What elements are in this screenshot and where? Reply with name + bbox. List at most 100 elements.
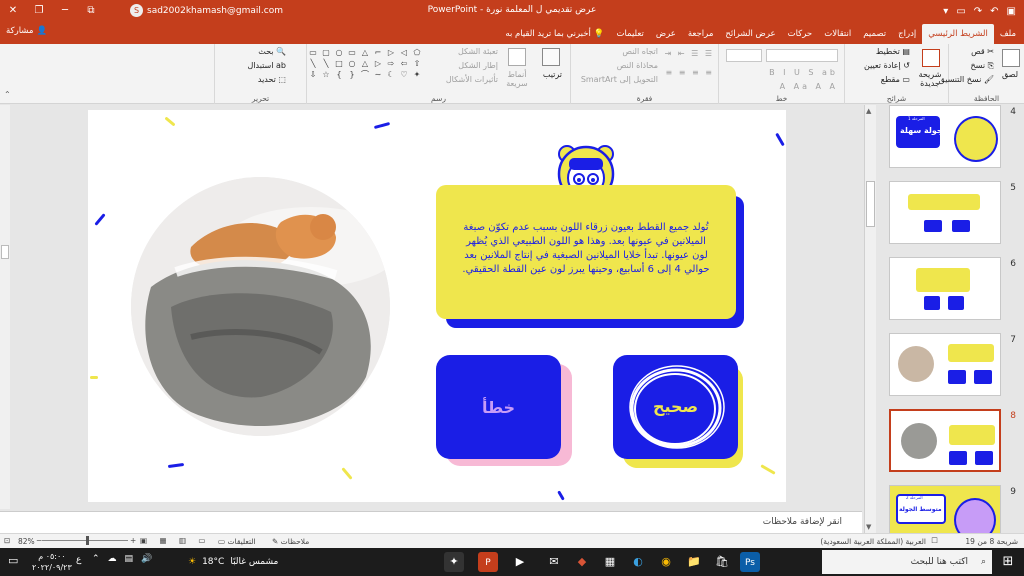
powerpoint-app-icon[interactable]: P [478,552,498,572]
thumbnail-slide-5[interactable] [889,181,1001,244]
font-color-buttons[interactable]: A Aa A A [780,82,838,91]
smartart-button[interactable]: التحويل إلى SmartArt [581,75,658,84]
thumbnail-badge: المرحلة 1 [908,116,925,121]
left-scrollbar[interactable] [0,105,10,509]
decor-dash [94,213,106,226]
question-text[interactable]: تُولد جميع القطط بعيون زرقاء اللون بسبب … [460,221,712,277]
app-icon[interactable]: ◆ [572,552,592,572]
question-card[interactable]: تُولد جميع القطط بعيون زرقاء اللون بسبب … [436,185,736,319]
thumbnail-slide-9[interactable]: المرحلة 2 متوسط الجولة [889,485,1001,533]
taskbar-search[interactable]: اكتب هنا للبحث ⌕ [822,550,992,574]
tab-review[interactable]: مراجعة [682,24,720,44]
copy-button[interactable]: ⎘ نسخ [971,61,994,71]
new-slide-icon[interactable] [922,49,940,67]
slide-canvas[interactable]: تُولد جميع القطط بعيون زرقاء اللون بسبب … [88,110,786,502]
store-app-icon[interactable]: 🛍 [712,552,732,572]
start-button[interactable]: ⊞ [992,548,1024,576]
paste-icon[interactable] [1002,49,1020,67]
minimize-icon[interactable]: ─ [52,0,78,22]
quick-styles-button[interactable]: أنماط سريعة [502,70,532,88]
align-buttons[interactable]: ≡ ≡ ≡ ≡ [666,68,714,77]
keyboard-language[interactable]: ع [76,555,81,565]
network-icon[interactable]: ▤ [125,554,134,564]
zoom-in-icon[interactable]: + [130,536,136,545]
notification-icon[interactable]: ▭ [8,554,18,567]
shape-effects-button[interactable]: تأثيرات الأشكال [446,75,498,84]
collapse-ribbon-icon[interactable]: ⌃ [4,90,11,99]
section-button[interactable]: ▭ مقطع [881,75,910,84]
tab-slideshow[interactable]: عرض الشرائح [719,24,781,44]
font-format-buttons[interactable]: B I U S ab [769,68,838,77]
replace-button[interactable]: ab استبدال [247,61,286,70]
editing-group: 🔍 بحث ab استبدال ⬚ تحديد تحرير [214,44,306,104]
thumbnail-slide-8[interactable] [889,409,1001,472]
account[interactable]: S sad2002khamash@gmail.com [130,4,283,17]
cloud-icon[interactable]: ☁ [108,554,117,564]
zoom-level[interactable]: 82% [18,537,35,546]
select-button[interactable]: ⬚ تحديد [258,75,286,84]
font-name-box[interactable] [766,49,838,62]
tab-transitions[interactable]: انتقالات [818,24,857,44]
notes-pane[interactable]: انقر لإضافة ملاحظات [0,511,862,533]
explorer-app-icon[interactable]: 📁 [684,552,704,572]
weather-widget[interactable]: مشمس غالبًا 18°C ☀ [188,552,278,572]
drawing-group-label: رسم [431,94,446,103]
tab-insert[interactable]: إدراج [892,24,922,44]
arrange-icon[interactable] [542,48,560,66]
app-icon[interactable]: ✦ [444,552,464,572]
quick-styles-icon[interactable] [508,48,526,66]
avatar[interactable]: S [130,4,143,17]
tab-design[interactable]: تصميم [857,24,892,44]
thumbnail-slide-7[interactable] [889,333,1001,396]
slide-scrollbar[interactable]: ▲ ▼ [864,105,876,533]
zoom-slider[interactable] [42,536,128,545]
clock[interactable]: ٠٥:٠٠ م ٢٠٢٢/٠٩/٢٣ [32,551,72,573]
paste-button[interactable]: لصق [1002,70,1018,79]
cut-button[interactable]: ✂ قص [971,47,994,56]
tab-home[interactable]: الشريط الرئيسي [922,24,994,44]
language-indicator[interactable]: العربية (المملكة العربية السعودية) [820,537,926,546]
false-button[interactable]: خطأ [436,355,561,459]
thumbnail-slide-4[interactable]: المرحلة 1 جولة سهلة [889,105,1001,168]
tab-help[interactable]: تعليمات [610,24,649,44]
volume-icon[interactable]: 🔊 [141,554,152,564]
fit-slide-icon[interactable]: ⊡ [4,536,10,545]
app-icon[interactable]: ✉ [544,552,564,572]
view-buttons[interactable]: ▣ ▦ ▥ ▭ [140,536,211,545]
chevron-up-icon[interactable]: ⌃ [92,554,100,564]
zoom-out-icon[interactable]: − [36,536,42,545]
decor-dash [341,467,353,480]
ribbon-display-icon[interactable]: ⧉ [78,0,104,22]
photoshop-app-icon[interactable]: Ps [740,552,760,572]
edge-app-icon[interactable]: ◐ [628,552,648,572]
media-app-icon[interactable]: ▶ [510,552,530,572]
text-direction-button[interactable]: اتجاه النص [622,47,658,56]
notes-placeholder[interactable]: انقر لإضافة ملاحظات [763,517,842,527]
thumbnail-slide-6[interactable] [889,257,1001,320]
layout-button[interactable]: ▤ تخطيط [876,47,910,56]
true-button[interactable]: صحيح [613,355,738,459]
notes-toggle[interactable]: ✎ ملاحظات [272,537,309,546]
share-button[interactable]: 👤 مشاركة [6,26,47,36]
accessibility-icon[interactable]: ☐ [931,536,938,545]
tell-me-box[interactable]: 💡 أخبرني بما تريد القيام به [499,24,610,44]
restore-icon[interactable]: ❐ [26,0,52,22]
shapes-gallery[interactable]: ▭ ▢ ○ ▭ △ ⌐ ▷ ◁ ⬠ ╲ ╲ □ ○ △ ▷ ⇨ ⇦ ⇧ ⇩ ☆{} ⌒ ∼ ☾ ♡ ✦ [308,48,422,79]
find-button[interactable]: 🔍 بحث [258,47,286,56]
comments-toggle[interactable]: ▭ التعليقات [218,537,256,546]
close-icon[interactable]: ✕ [0,0,26,22]
taskview-icon[interactable]: ▦ [600,552,620,572]
shape-outline-button[interactable]: إطار الشكل [458,61,498,70]
tab-file[interactable]: ملف [994,24,1022,44]
new-slide-button[interactable]: شريحة جديدة [915,70,945,88]
arrange-button[interactable]: ترتيب [543,70,562,79]
clipboard-group: لصق ✂ قص ⎘ نسخ 🖌 نسخ التنسيق الحافظة [939,44,1024,104]
tab-animations[interactable]: حركات [782,24,819,44]
align-text-button[interactable]: محاذاة النص [617,61,658,70]
chrome-app-icon[interactable]: ◉ [656,552,676,572]
tab-view[interactable]: عرض [650,24,682,44]
list-buttons[interactable]: ☰ ☰ ⇤ ⇥ [665,49,714,58]
shape-fill-button[interactable]: تعبئة الشكل [458,47,498,56]
reset-button[interactable]: ↺ إعادة تعيين [864,61,910,70]
font-size-box[interactable] [726,49,762,62]
